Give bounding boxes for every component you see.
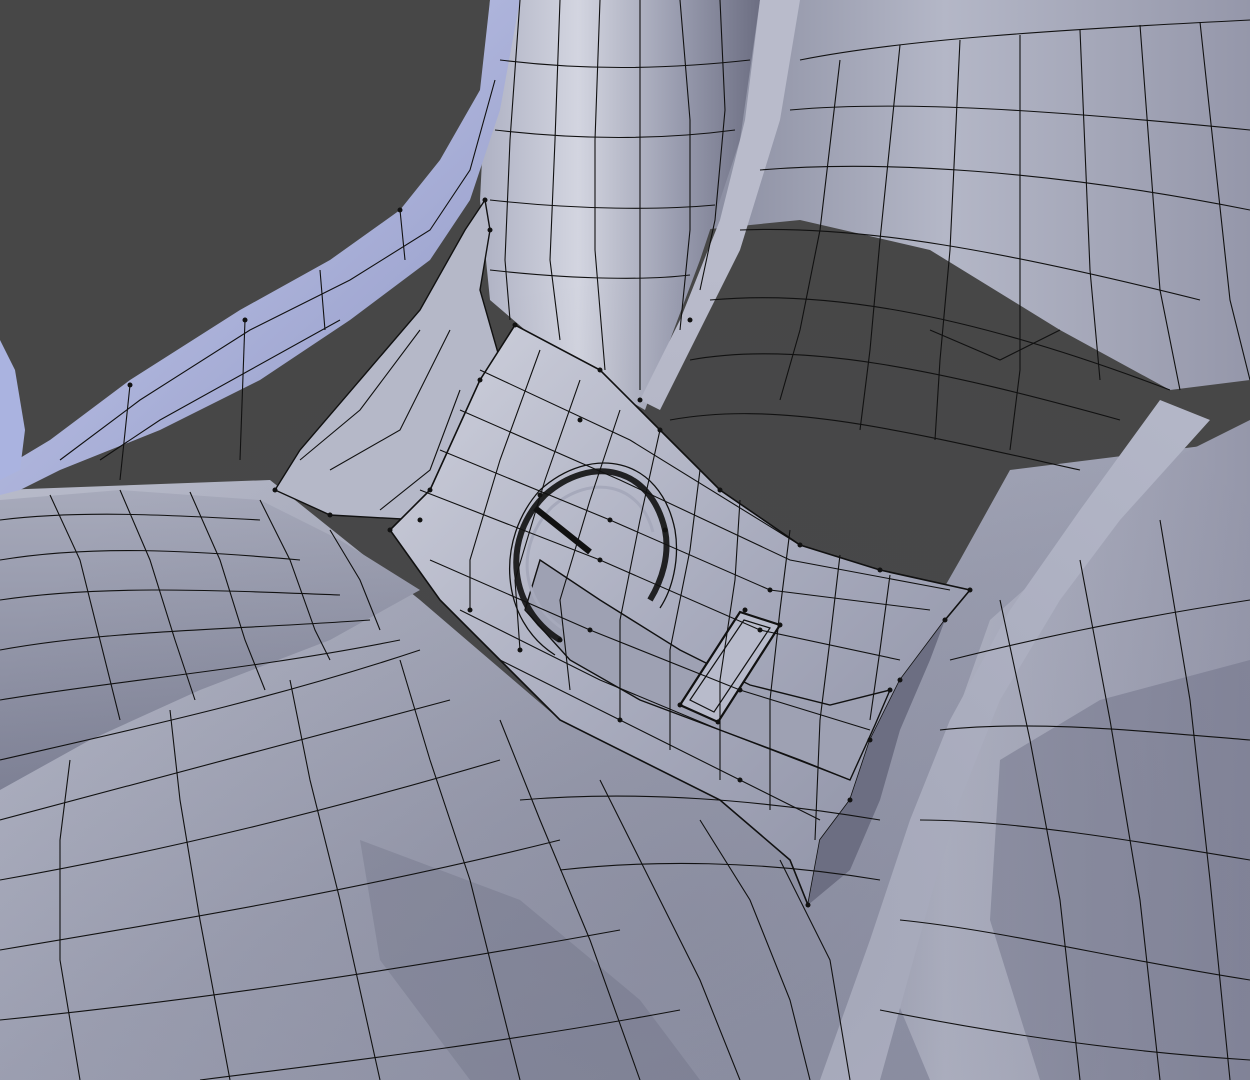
mesh-object[interactable] xyxy=(0,0,1250,1080)
3d-viewport[interactable] xyxy=(0,0,1250,1080)
viewport-canvas[interactable] xyxy=(0,0,1250,1080)
